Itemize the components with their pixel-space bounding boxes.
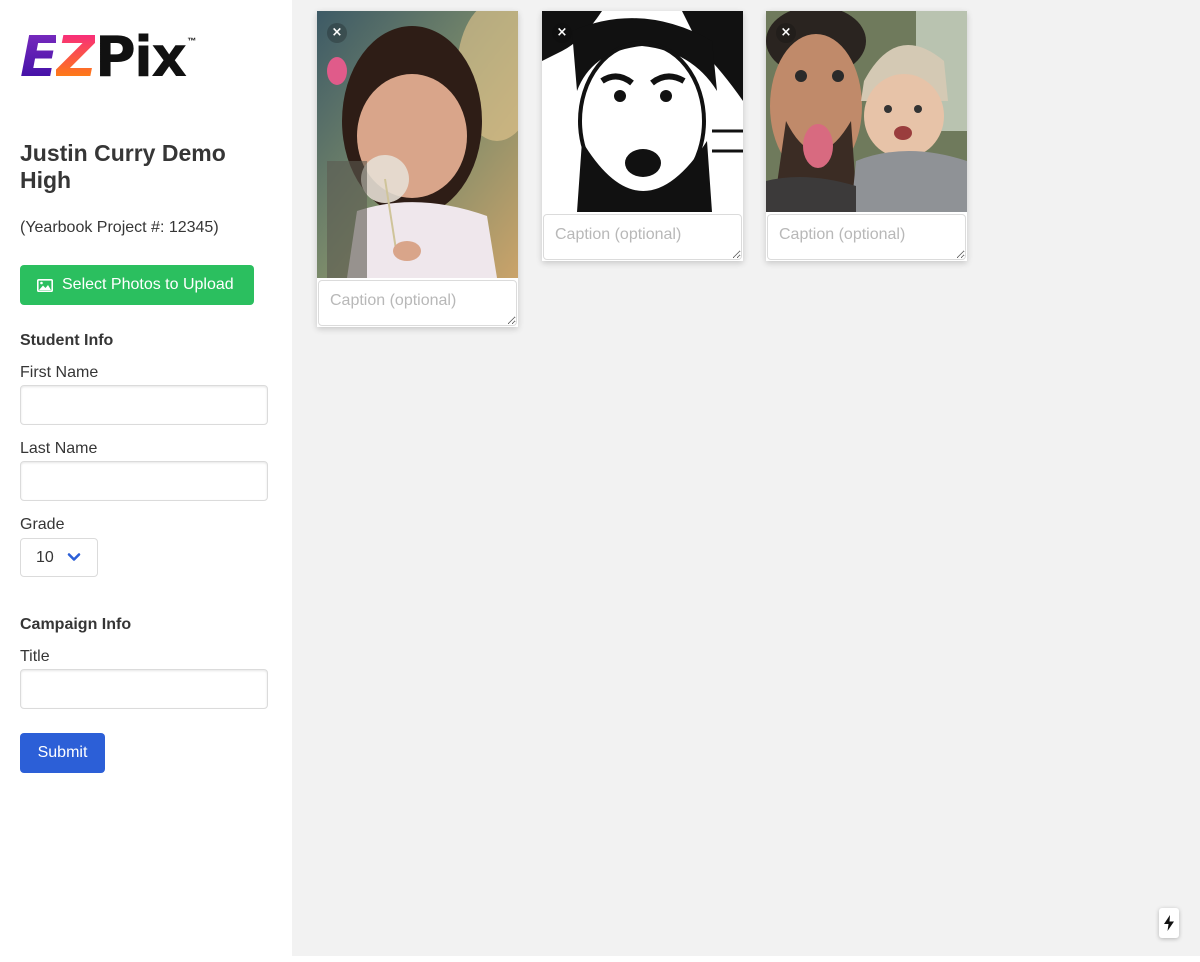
sidebar: E Z Pix ™ Justin Curry Demo High (Yearbook … [0, 0, 292, 962]
select-photos-button[interactable]: Select Photos to Upload [20, 265, 254, 305]
logo-letter-e: E [20, 25, 58, 90]
photo-thumbnail [317, 11, 518, 278]
grade-value: 10 [36, 548, 54, 566]
last-name-label: Last Name [20, 440, 98, 457]
title-label: Title [20, 648, 50, 665]
remove-photo-button[interactable]: × [776, 23, 796, 43]
grade-select[interactable]: 10 [20, 538, 98, 577]
ezpix-logo: E Z Pix ™ [20, 30, 210, 90]
lightning-bolt-icon[interactable] [1159, 908, 1179, 938]
submit-button[interactable]: Submit [20, 733, 105, 773]
first-name-label: First Name [20, 364, 99, 381]
chevron-down-icon [67, 553, 81, 561]
photo-card: × [317, 11, 518, 327]
photo-card: × [542, 11, 743, 261]
photo-thumbnail [542, 11, 743, 212]
caption-input[interactable] [318, 280, 517, 326]
student-info-heading: Student Info [20, 332, 114, 349]
logo-letter-z: Z [56, 25, 97, 90]
caption-input[interactable] [543, 214, 742, 260]
image-icon [37, 278, 53, 292]
remove-photo-button[interactable]: × [552, 23, 572, 43]
photo-upload-area: × × [292, 0, 1200, 956]
last-name-input[interactable] [20, 461, 268, 501]
campaign-info-heading: Campaign Info [20, 616, 132, 633]
logo-trademark: ™ [187, 36, 197, 46]
first-name-input[interactable] [20, 385, 268, 425]
bolt-glyph-icon [1164, 915, 1174, 931]
project-number: (Yearbook Project #: 12345) [20, 219, 219, 236]
caption-input[interactable] [767, 214, 966, 260]
photo-card: × [766, 11, 967, 261]
logo-word-pix: Pix [94, 25, 187, 90]
title-input[interactable] [20, 669, 268, 709]
school-name: Justin Curry Demo High [20, 140, 226, 193]
remove-photo-button[interactable]: × [327, 23, 347, 43]
photo-thumbnail [766, 11, 967, 212]
grade-label: Grade [20, 516, 65, 533]
select-photos-label: Select Photos to Upload [62, 276, 234, 293]
